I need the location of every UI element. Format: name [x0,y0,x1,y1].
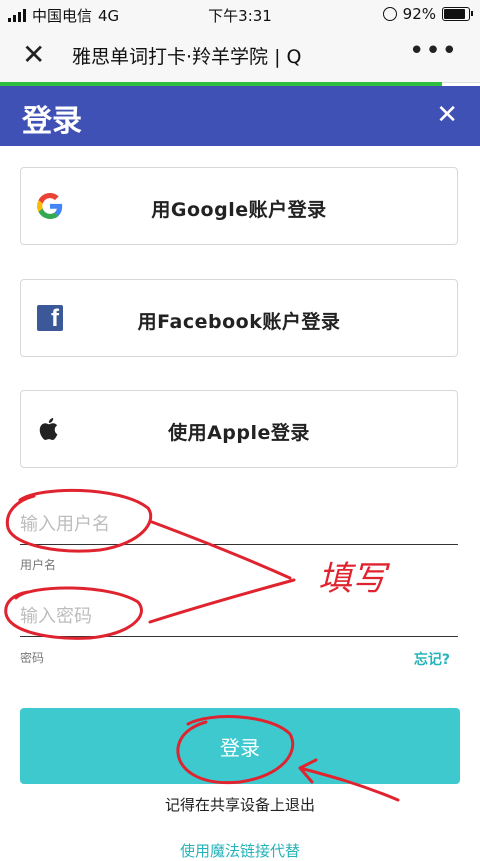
status-right: 92% [382,5,473,23]
magic-link-option[interactable]: 使用魔法链接代替 [0,840,480,861]
password-caption: 密码 [20,651,45,665]
username-caption: 用户名 [20,558,57,572]
password-input[interactable] [20,596,458,637]
close-icon[interactable]: ✕ [22,38,45,72]
google-login-button[interactable]: 用Google账户登录 [20,167,458,245]
dialog-title: 登录 [22,104,82,139]
apple-login-label: 使用Apple登录 [168,422,310,444]
rotation-lock-icon [382,7,397,21]
login-submit-button[interactable]: 登录 [20,708,460,784]
apple-login-button[interactable]: 使用Apple登录 [20,390,458,468]
browser-nav-bar: ✕ 雅思单词打卡·羚羊学院 | Q ••• [0,28,480,83]
login-header: 登录 ✕ [0,86,480,146]
more-options-icon[interactable]: ••• [409,36,458,66]
battery-percent: 92% [402,5,436,23]
annotation-handwriting: 填写 [318,559,391,599]
username-input[interactable] [20,504,458,545]
page-title: 雅思单词打卡·羚羊学院 | Q [72,46,302,68]
dialog-close-icon[interactable]: ✕ [436,100,458,130]
forgot-password-link[interactable]: 忘记? [414,649,450,669]
facebook-login-label: 用Facebook账户登录 [137,311,341,333]
battery-icon [442,7,473,21]
remember-logout-text: 记得在共享设备上退出 [164,796,315,814]
facebook-login-button[interactable]: f 用Facebook账户登录 [20,279,458,357]
google-login-label: 用Google账户登录 [151,199,327,221]
status-bar: 中国电信 4G 下午3:31 92% [0,0,480,28]
